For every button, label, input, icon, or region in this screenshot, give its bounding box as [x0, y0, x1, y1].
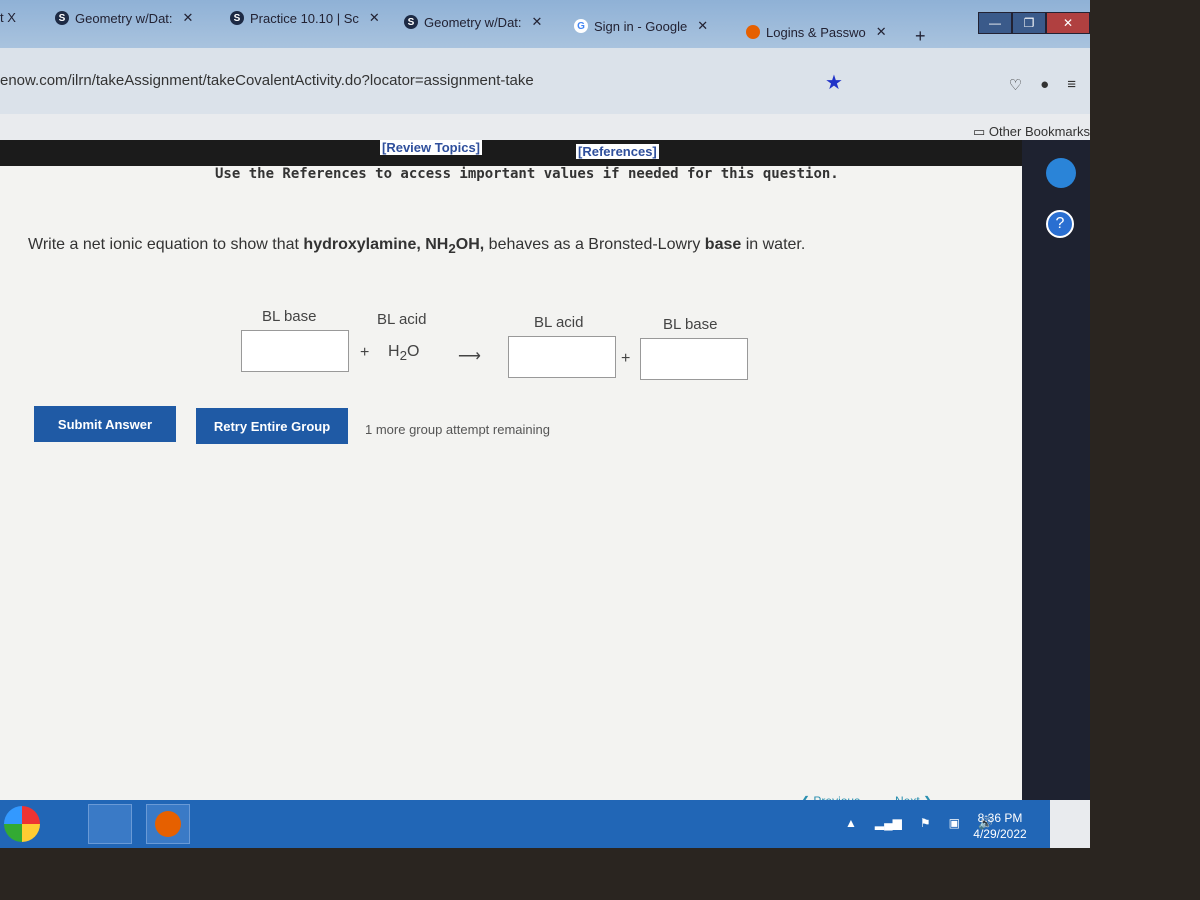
site-icon: S: [404, 15, 418, 29]
label-bl-base-2: BL base: [663, 316, 718, 333]
bl-base-product-input[interactable]: [640, 338, 748, 380]
pocket-icon[interactable]: ♡: [1009, 76, 1022, 94]
taskbar: ▲ ▂▄▆ ⚑ ▣ 🔊 8:36 PM 4/29/2022: [0, 800, 1050, 848]
tab-geometry-1[interactable]: S Geometry w/Dat: ✕: [55, 10, 193, 26]
new-tab-button[interactable]: +: [915, 26, 926, 47]
signal-icon[interactable]: ▂▄▆: [875, 816, 902, 830]
help-icon[interactable]: ?: [1046, 210, 1074, 238]
label-bl-base-1: BL base: [262, 308, 317, 325]
close-tab-icon[interactable]: ✕: [369, 10, 380, 26]
close-tab-icon[interactable]: ✕: [532, 14, 543, 30]
site-icon: S: [230, 11, 244, 25]
question-text: Write a net ionic equation to show that …: [28, 236, 806, 257]
site-icon: S: [55, 11, 69, 25]
references-link[interactable]: [References]: [576, 144, 659, 159]
close-tab-icon[interactable]: ✕: [876, 24, 887, 40]
folder-icon: ▭: [972, 124, 989, 139]
screen: t X S Geometry w/Dat: ✕ S Practice 10.10 | …: [0, 0, 1090, 848]
plus-sign: +: [621, 350, 631, 367]
assignment-content: [Review Topics] [References] Use the Ref…: [0, 140, 1022, 808]
review-topics-link[interactable]: [Review Topics]: [380, 140, 483, 155]
tab-practice[interactable]: S Practice 10.10 | Sc ✕: [230, 10, 380, 26]
water-formula: H2O: [388, 343, 420, 364]
firefox-icon: [746, 25, 760, 39]
google-icon: G: [574, 19, 588, 33]
other-bookmarks[interactable]: ▭ Other Bookmarks: [973, 124, 1090, 140]
reaction-arrow: ⟶: [458, 348, 481, 365]
window-controls: — ❐ ✕: [978, 12, 1090, 34]
start-button[interactable]: [4, 806, 40, 842]
tab-google-signin[interactable]: G Sign in - Google ✕: [574, 18, 708, 34]
clock[interactable]: 8:36 PM 4/29/2022: [960, 810, 1040, 842]
url-input[interactable]: enow.com/ilrn/takeAssignment/takeCovalen…: [0, 72, 534, 89]
support-icon[interactable]: [1046, 158, 1076, 188]
show-hidden-icon[interactable]: ▲: [845, 816, 857, 830]
menu-icon[interactable]: ≡: [1067, 76, 1076, 94]
bookmark-star-icon[interactable]: ★: [825, 70, 843, 95]
close-tab-icon[interactable]: ✕: [697, 18, 708, 34]
address-bar: enow.com/ilrn/takeAssignment/takeCovalen…: [0, 48, 1090, 114]
power-icon[interactable]: ▣: [949, 816, 960, 830]
close-window-icon[interactable]: ✕: [1046, 12, 1090, 34]
plus-sign: +: [360, 344, 370, 361]
retry-entire-group-button[interactable]: Retry Entire Group: [196, 408, 348, 444]
header-strip: [0, 140, 1022, 166]
label-bl-acid-1: BL acid: [377, 311, 427, 328]
tab-bar: t X S Geometry w/Dat: ✕ S Practice 10.10 | …: [0, 0, 1090, 48]
firefox-taskbar-icon[interactable]: [146, 804, 190, 844]
flag-icon[interactable]: ⚑: [920, 816, 931, 830]
taskbar-app-icon[interactable]: [88, 804, 132, 844]
tab-geometry-2[interactable]: S Geometry w/Dat: ✕: [404, 14, 542, 30]
bl-base-input[interactable]: [241, 330, 349, 372]
bl-acid-input[interactable]: [508, 336, 616, 378]
submit-answer-button[interactable]: Submit Answer: [34, 406, 176, 442]
label-bl-acid-2: BL acid: [534, 314, 584, 331]
extension-icon[interactable]: ●: [1040, 76, 1049, 94]
attempts-remaining: 1 more group attempt remaining: [365, 422, 550, 437]
minimize-icon[interactable]: —: [978, 12, 1012, 34]
side-panel: ?: [1022, 140, 1090, 800]
close-tab-icon[interactable]: ✕: [183, 10, 194, 26]
tab-0[interactable]: t X: [0, 10, 16, 25]
references-note: Use the References to access important v…: [215, 166, 839, 182]
restore-icon[interactable]: ❐: [1012, 12, 1046, 34]
tab-logins[interactable]: Logins & Passwo ✕: [746, 24, 887, 40]
